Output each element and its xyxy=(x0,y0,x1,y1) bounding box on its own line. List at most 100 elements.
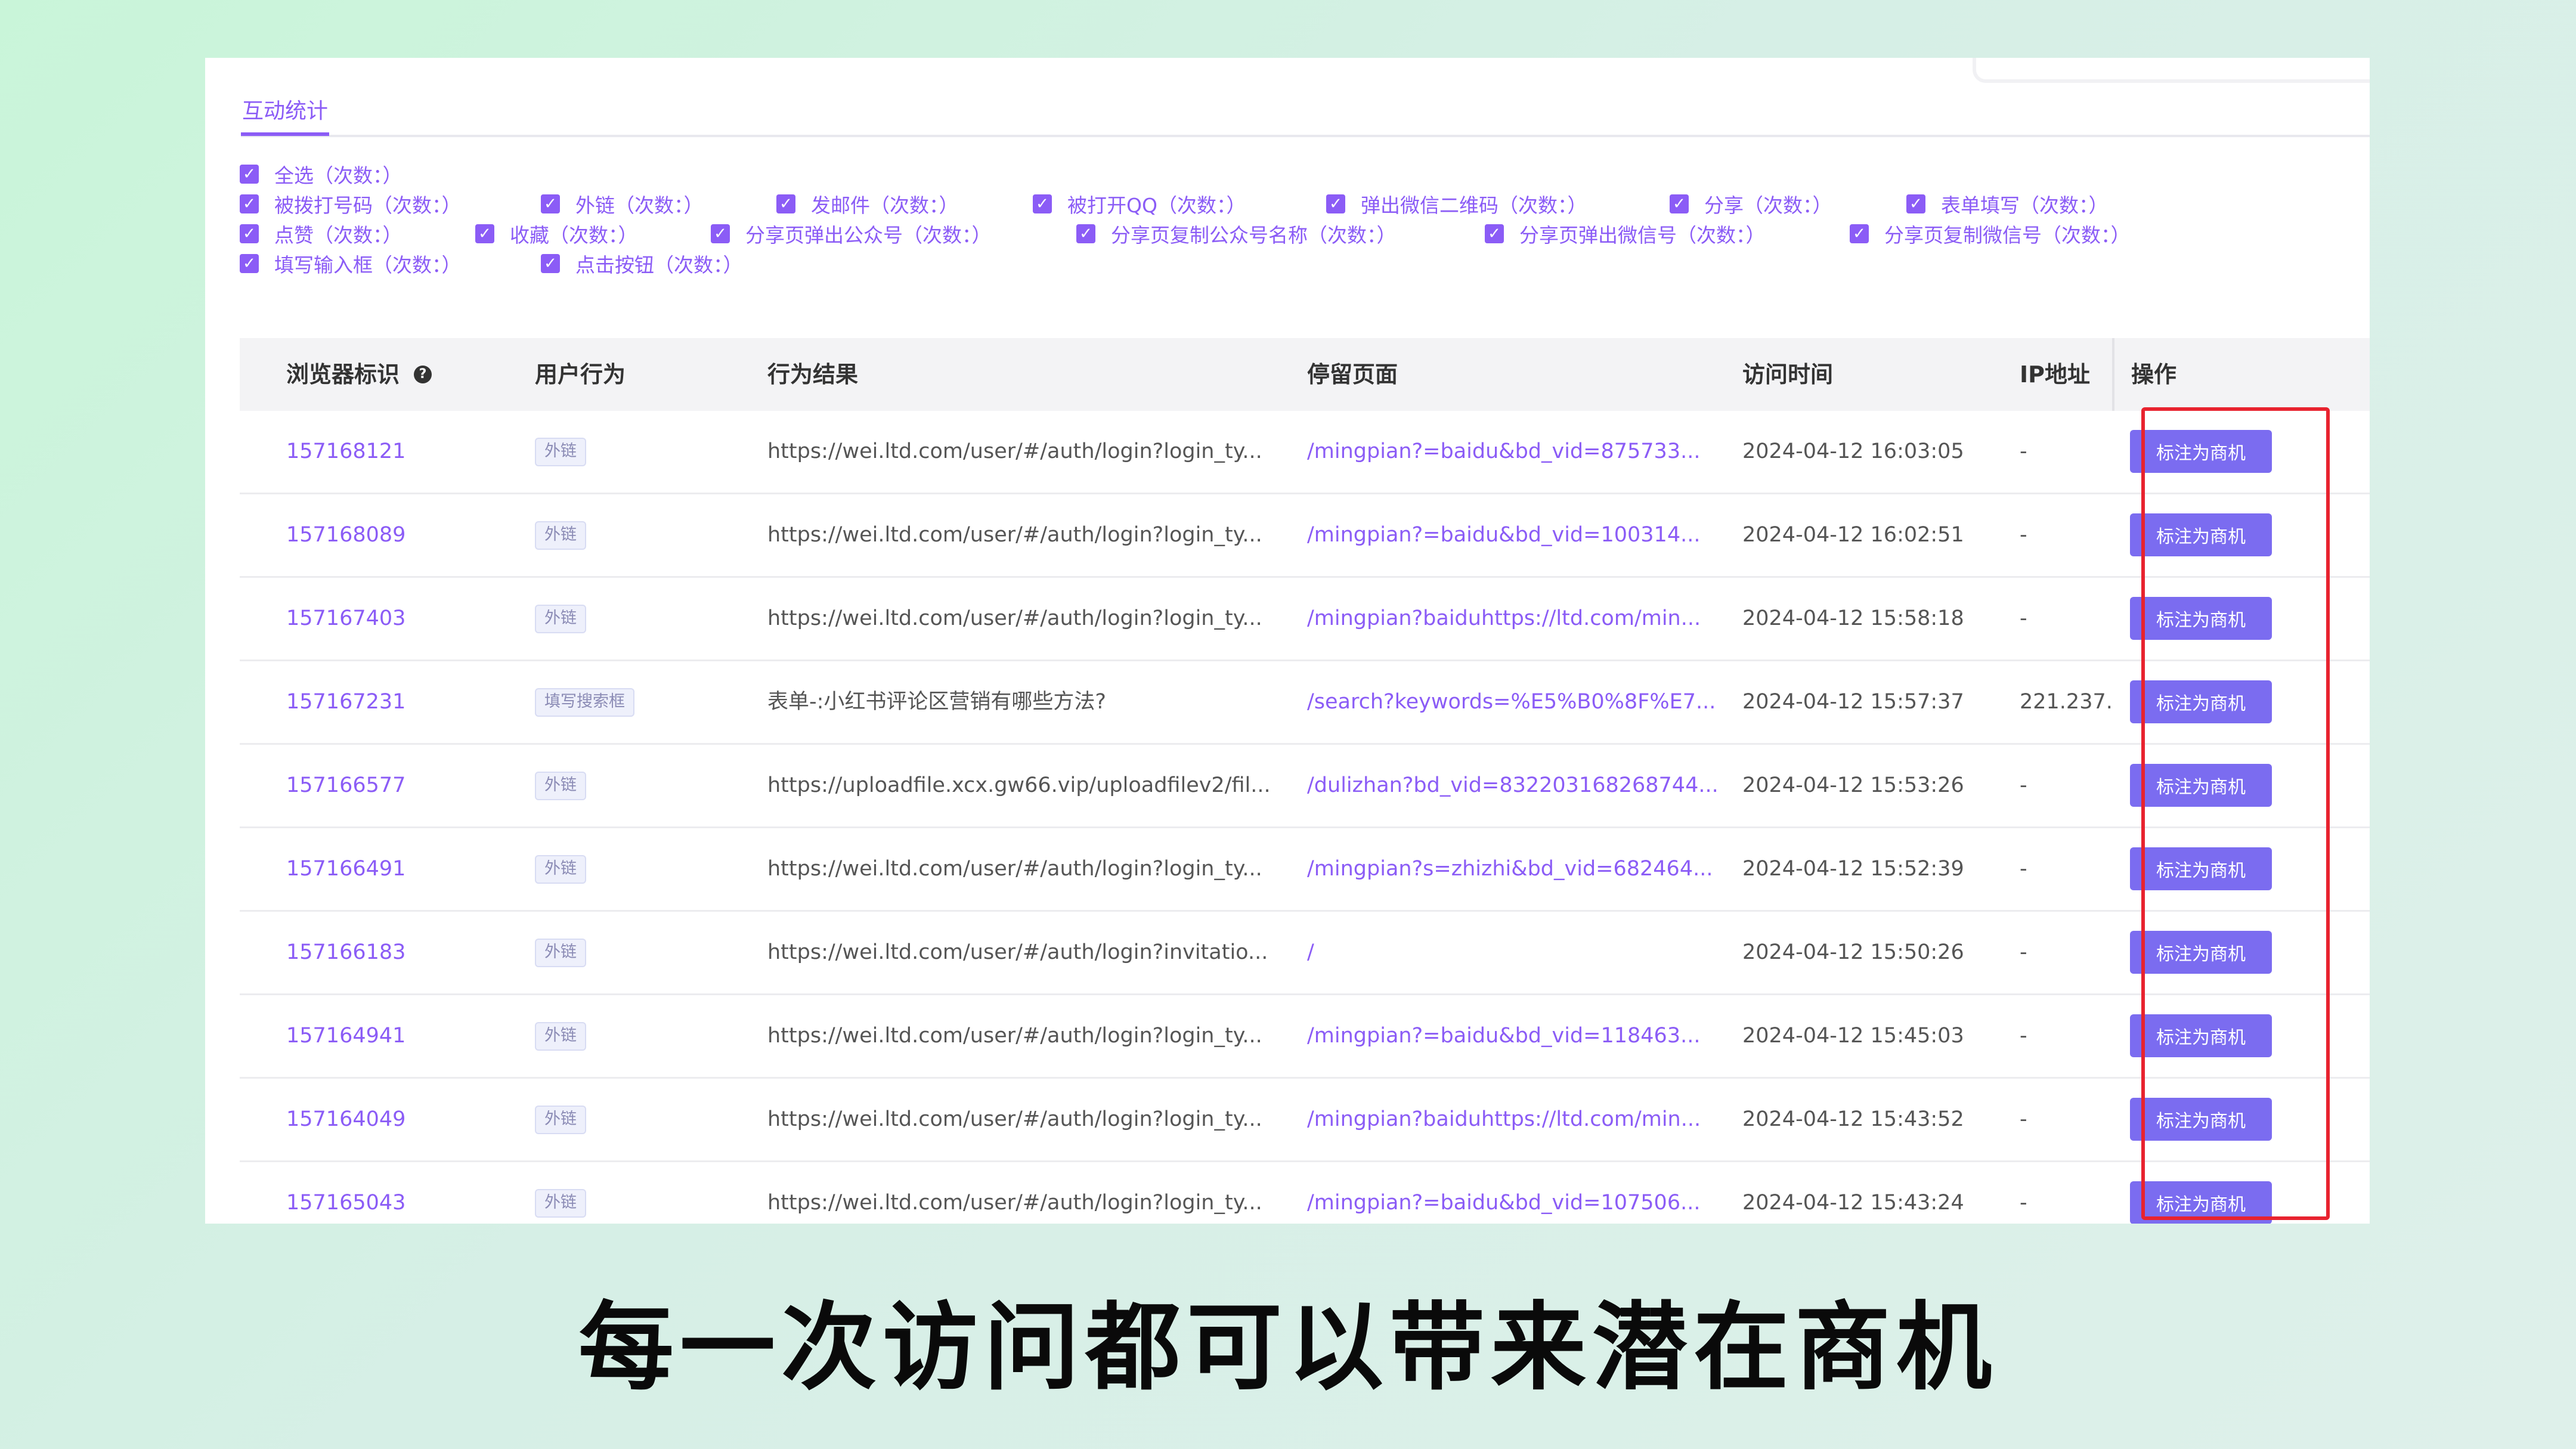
table-row: 157167231 填写搜索框 表单-:小红书评论区营销有哪些方法? /search?… xyxy=(240,661,2370,745)
filter-open-qq[interactable]: ✓ 被打开QQ（次数：） xyxy=(1033,189,1246,219)
filter-share-popup-wechat[interactable]: ✓ 分享页弹出微信号（次数：） xyxy=(1485,219,1766,249)
action-tag: 外链 xyxy=(535,772,586,800)
filter-row: ✓ 被拨打号码（次数：） ✓ 外链（次数：） ✓ 发邮件（次数：） ✓ 被打开QQ（次数… xyxy=(240,189,2363,219)
checkbox-checked-icon[interactable]: ✓ xyxy=(1033,194,1052,213)
filter-external-link[interactable]: ✓ 外链（次数：） xyxy=(541,189,704,219)
visit-time: 2024-04-12 15:52:39 xyxy=(1742,857,1964,881)
table-row: 157164941 外链 https://wei.ltd.com/user/#/au… xyxy=(240,995,2370,1079)
filter-share-popup-official[interactable]: ✓ 分享页弹出公众号（次数：） xyxy=(711,219,992,249)
filter-called-number[interactable]: ✓ 被拨打号码（次数：） xyxy=(240,189,462,219)
checkbox-checked-icon[interactable]: ✓ xyxy=(541,254,560,273)
filter-share[interactable]: ✓ 分享（次数：） xyxy=(1670,189,1832,219)
checkbox-checked-icon[interactable]: ✓ xyxy=(240,165,259,184)
browser-id-link[interactable]: 157168121 xyxy=(286,411,405,493)
action-cell: 外链 xyxy=(535,411,586,493)
checkbox-checked-icon[interactable]: ✓ xyxy=(1850,224,1869,243)
browser-id-link[interactable]: 157167403 xyxy=(286,578,405,660)
filter-favorite[interactable]: ✓ 收藏（次数：） xyxy=(475,219,638,249)
filter-like[interactable]: ✓ 点赞（次数：） xyxy=(240,219,402,249)
checkbox-checked-icon[interactable]: ✓ xyxy=(776,194,795,213)
browser-id-link[interactable]: 157164941 xyxy=(286,995,405,1077)
action-tag: 外链 xyxy=(535,855,586,884)
filter-click-button[interactable]: ✓ 点击按钮（次数：） xyxy=(541,249,743,278)
question-circle-icon[interactable]: ? xyxy=(414,365,432,383)
filter-select-all[interactable]: ✓ 全选（次数：） xyxy=(240,159,402,189)
stay-page-link[interactable]: /mingpian?s=zhizhi&bd_vid=682464... xyxy=(1307,828,1724,910)
filter-form-fill[interactable]: ✓ 表单填写（次数：） xyxy=(1906,189,2109,219)
table-row: 157164049 外链 https://wei.ltd.com/user/#/au… xyxy=(240,1079,2370,1162)
filter-label: 外链（次数：） xyxy=(575,194,704,217)
stay-page-link[interactable]: /mingpian?baiduhttps://ltd.com/min... xyxy=(1307,1079,1724,1160)
checkbox-checked-icon[interactable]: ✓ xyxy=(240,254,259,273)
table-body: 157168121 外链 https://wei.ltd.com/user/#/au… xyxy=(240,411,2370,1224)
result-text: https://wei.ltd.com/user/#/auth/login?lo… xyxy=(767,439,1262,463)
column-time: 访问时间 xyxy=(1742,361,1834,388)
browser-id-link[interactable]: 157165043 xyxy=(286,1162,405,1224)
result-text: https://wei.ltd.com/user/#/auth/login?lo… xyxy=(767,606,1262,630)
stay-page-link[interactable]: /search?keywords=%E5%B0%8F%E7... xyxy=(1307,661,1724,743)
stay-page-link[interactable]: /mingpian?=baidu&bd_vid=118463... xyxy=(1307,995,1724,1077)
action-cell: 外链 xyxy=(535,578,586,660)
visit-time: 2024-04-12 15:43:24 xyxy=(1742,1191,1964,1215)
checkbox-checked-icon[interactable]: ✓ xyxy=(1906,194,1925,213)
checkbox-checked-icon[interactable]: ✓ xyxy=(240,224,259,243)
table-row: 157166491 外链 https://wei.ltd.com/user/#/au… xyxy=(240,828,2370,912)
filter-label: 发邮件（次数：） xyxy=(811,194,959,217)
caption-text: 每一次访问都可以带来潜在商机 xyxy=(578,1292,1998,1403)
filter-wechat-qr[interactable]: ✓ 弹出微信二维码（次数：） xyxy=(1326,189,1587,219)
result-text: https://wei.ltd.com/user/#/auth/login?lo… xyxy=(767,1191,1262,1215)
visit-time: 2024-04-12 15:53:26 xyxy=(1742,773,1964,797)
filter-label: 收藏（次数：） xyxy=(510,224,638,247)
checkbox-checked-icon[interactable]: ✓ xyxy=(711,224,730,243)
action-cell: 外链 xyxy=(535,1079,586,1160)
checkbox-checked-icon[interactable]: ✓ xyxy=(1326,194,1345,213)
result-text: https://wei.ltd.com/user/#/auth/login?lo… xyxy=(767,523,1262,547)
checkbox-checked-icon[interactable]: ✓ xyxy=(1076,224,1095,243)
checkbox-checked-icon[interactable]: ✓ xyxy=(541,194,560,213)
table-row: 157168089 外链 https://wei.ltd.com/user/#/au… xyxy=(240,494,2370,578)
column-browser-id: 浏览器标识? xyxy=(286,338,432,411)
result-text: https://wei.ltd.com/user/#/auth/login?lo… xyxy=(767,1107,1262,1131)
browser-id-link[interactable]: 157166577 xyxy=(286,745,405,826)
stay-page-link[interactable]: /mingpian?=baidu&bd_vid=875733... xyxy=(1307,411,1724,493)
operation-column-highlight xyxy=(2141,407,2330,1220)
filter-send-email[interactable]: ✓ 发邮件（次数：） xyxy=(776,189,959,219)
action-tag: 外链 xyxy=(535,939,586,967)
top-corner-decoration xyxy=(1973,58,2370,83)
filter-share-copy-official[interactable]: ✓ 分享页复制公众号名称（次数：） xyxy=(1076,219,1397,249)
table-row: 157166577 外链 https://uploadfile.xcx.gw66.v… xyxy=(240,745,2370,828)
checkbox-checked-icon[interactable]: ✓ xyxy=(475,224,494,243)
checkbox-checked-icon[interactable]: ✓ xyxy=(240,194,259,213)
table-row: 157166183 外链 https://wei.ltd.com/user/#/au… xyxy=(240,912,2370,995)
column-operation-header: 操作 xyxy=(2112,338,2370,411)
visit-table: 浏览器标识? 用户行为 行为结果 停留页面 访问时间 IP地址 操作 15716… xyxy=(240,338,2370,1224)
action-cell: 外链 xyxy=(535,494,586,576)
stay-page-link[interactable]: / xyxy=(1307,912,1724,993)
result-text: https://wei.ltd.com/user/#/auth/login?lo… xyxy=(767,857,1262,881)
filter-row: ✓ 全选（次数：） xyxy=(240,159,2363,189)
filter-label: 分享（次数：） xyxy=(1704,194,1832,217)
action-cell: 填写搜索框 xyxy=(535,661,634,743)
browser-id-link[interactable]: 157168089 xyxy=(286,494,405,576)
stay-page-link[interactable]: /mingpian?baiduhttps://ltd.com/min... xyxy=(1307,578,1724,660)
stay-page-link[interactable]: /mingpian?=baidu&bd_vid=107506... xyxy=(1307,1162,1724,1224)
filter-label: 分享页复制微信号（次数：） xyxy=(1884,224,2131,247)
visit-time: 2024-04-12 16:03:05 xyxy=(1742,439,1964,463)
browser-id-link[interactable]: 157167231 xyxy=(286,661,405,743)
checkbox-checked-icon[interactable]: ✓ xyxy=(1670,194,1689,213)
browser-id-link[interactable]: 157164049 xyxy=(286,1079,405,1160)
filter-fill-input[interactable]: ✓ 填写输入框（次数：） xyxy=(240,249,462,278)
filter-share-copy-wechat[interactable]: ✓ 分享页复制微信号（次数：） xyxy=(1850,219,2131,249)
stay-page-link[interactable]: /mingpian?=baidu&bd_vid=100314... xyxy=(1307,494,1724,576)
browser-id-link[interactable]: 157166491 xyxy=(286,828,405,910)
visit-time: 2024-04-12 15:57:37 xyxy=(1742,690,1964,714)
visit-time: 2024-04-12 15:45:03 xyxy=(1742,1024,1964,1048)
stay-page-link[interactable]: /dulizhan?bd_vid=832203168268744... xyxy=(1307,745,1724,826)
checkbox-checked-icon[interactable]: ✓ xyxy=(1485,224,1504,243)
action-cell: 外链 xyxy=(535,912,586,993)
browser-id-link[interactable]: 157166183 xyxy=(286,912,405,993)
action-tag: 填写搜索框 xyxy=(535,688,634,717)
tab-interaction-stats[interactable]: 互动统计 xyxy=(241,91,330,136)
column-operation: 操作 xyxy=(2131,361,2177,388)
table-row: 157168121 外链 https://wei.ltd.com/user/#/au… xyxy=(240,411,2370,494)
